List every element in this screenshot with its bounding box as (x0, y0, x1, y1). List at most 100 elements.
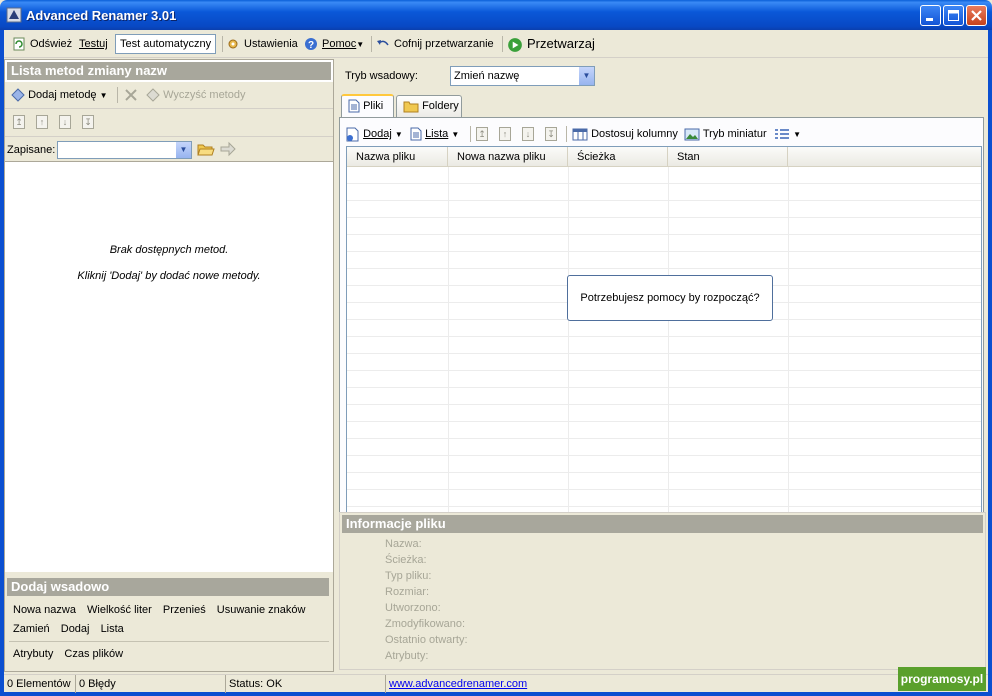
status-errors: 0 Błędy (76, 675, 226, 693)
table-row (347, 184, 981, 201)
tab-folders[interactable]: Foldery (396, 95, 462, 117)
info-modified-label: Zmodyfikowano: (385, 618, 466, 630)
batch-attributes-link[interactable]: Atrybuty (13, 648, 53, 660)
grid-column-line (788, 167, 789, 555)
file-move-top-button[interactable]: ↥ (476, 127, 488, 141)
move-bottom-icon: ↧ (547, 129, 555, 139)
help-prompt-button[interactable]: Potrzebujesz pomocy by rozpocząć? (567, 275, 773, 321)
chevron-down-icon: ▼ (99, 91, 108, 100)
auto-test-label: Test automatyczny (120, 38, 212, 50)
info-attributes-label: Atrybuty: (385, 650, 429, 662)
file-move-up-button[interactable]: ↑ (499, 127, 511, 141)
batch-file-times-link[interactable]: Czas plików (64, 648, 123, 660)
app-icon (6, 7, 22, 23)
delete-method-button[interactable] (123, 86, 139, 104)
move-up-icon: ↑ (502, 129, 508, 139)
chevron-down-icon: ▼ (451, 130, 460, 139)
file-move-bottom-button[interactable]: ↧ (545, 127, 557, 141)
files-grid[interactable]: Nazwa pliku Nowa nazwa pliku Ścieżka Sta… (346, 146, 982, 556)
document-icon (348, 99, 360, 113)
minimize-button[interactable] (920, 5, 941, 26)
file-list-button[interactable]: Lista ▼ (410, 125, 459, 143)
toolbar-separator (117, 87, 118, 103)
status-bar: 0 Elementów 0 Błędy Status: OK www.advan… (4, 674, 988, 693)
test-label: Testuj (79, 38, 108, 50)
eraser-icon (146, 88, 160, 102)
chevron-down-icon: ▼ (176, 142, 191, 158)
batch-move-link[interactable]: Przenieś (163, 604, 206, 616)
open-preset-button[interactable] (197, 141, 215, 160)
methods-panel-title: Lista metod zmiany nazw (7, 62, 331, 80)
files-toolbar: Dodaj ▼ Lista ▼ ↥ ↑ ↓ ↧ Dostosuj kolumny… (346, 121, 976, 145)
tab-files-label: Pliki (363, 100, 384, 112)
file-move-down-button[interactable]: ↓ (522, 127, 534, 141)
column-header-filename[interactable]: Nazwa pliku (347, 147, 448, 167)
batch-add-title: Dodaj wsadowo (7, 578, 329, 596)
saved-presets-dropdown[interactable]: ▼ (57, 141, 192, 159)
column-header-status[interactable]: Stan (668, 147, 788, 167)
tab-files[interactable]: Pliki (341, 94, 394, 118)
add-method-label: Dodaj metodę (28, 89, 97, 101)
tab-folders-label: Foldery (422, 100, 459, 112)
column-header-new-filename[interactable]: Nowa nazwa pliku (448, 147, 568, 167)
auto-test-button[interactable]: Test automatyczny (115, 34, 217, 54)
info-type-label: Typ pliku: (385, 570, 432, 582)
grid-column-line (448, 167, 449, 555)
refresh-label: Odśwież (30, 38, 73, 50)
add-method-button[interactable]: Dodaj metodę ▼ (11, 86, 108, 104)
delete-icon (125, 89, 137, 101)
info-created-label: Utworzono: (385, 602, 441, 614)
batch-mode-dropdown[interactable]: Zmień nazwę ▼ (450, 66, 595, 86)
saved-label: Zapisane: (7, 144, 56, 156)
title-bar: Advanced Renamer 3.01 (0, 0, 992, 30)
process-label: Przetwarzaj (527, 36, 595, 51)
clear-methods-button[interactable]: Wyczyść metody (146, 86, 245, 104)
toolbar-separator (502, 36, 503, 52)
close-button[interactable] (966, 5, 987, 26)
undo-button[interactable]: Cofnij przetwarzanie (376, 35, 494, 53)
move-top-icon: ↥ (15, 117, 23, 127)
batch-remove-chars-link[interactable]: Usuwanie znaków (217, 604, 306, 616)
batch-replace-link[interactable]: Zamień (13, 623, 50, 635)
customize-columns-button[interactable]: Dostosuj kolumny (572, 125, 678, 143)
files-tab-content: Dodaj ▼ Lista ▼ ↥ ↑ ↓ ↧ Dostosuj kolumny… (339, 117, 984, 559)
move-down-button[interactable]: ↓ (59, 115, 71, 129)
add-files-button[interactable]: Dodaj ▼ (346, 125, 403, 143)
move-up-button[interactable]: ↑ (36, 115, 48, 129)
save-preset-icon (220, 141, 236, 157)
batch-new-name-link[interactable]: Nowa nazwa (13, 604, 76, 616)
status-link-cell: www.advancedrenamer.com (386, 675, 666, 693)
help-label: Pomoc (322, 38, 357, 50)
settings-button[interactable]: Ustawienia (226, 35, 298, 53)
view-options-button[interactable]: ▼ (774, 125, 801, 143)
method-order-toolbar: ↥ ↑ ↓ ↧ (5, 108, 333, 136)
batch-divider (9, 641, 329, 642)
batch-add-link[interactable]: Dodaj (61, 623, 90, 635)
table-row (347, 337, 981, 354)
column-header-path[interactable]: Ścieżka (568, 147, 668, 167)
process-icon (508, 37, 522, 52)
move-bottom-button[interactable]: ↧ (82, 115, 94, 129)
folder-open-icon (197, 144, 215, 156)
move-top-button[interactable]: ↥ (13, 115, 25, 129)
columns-icon (572, 128, 588, 141)
settings-label: Ustawienia (244, 38, 298, 50)
batch-add-section: Dodaj wsadowo Nowa nazwa Wielkość liter … (5, 572, 333, 671)
website-link[interactable]: www.advancedrenamer.com (389, 678, 527, 690)
help-prompt-label: Potrzebujesz pomocy by rozpocząć? (580, 292, 760, 304)
help-chevron-icon: ▼ (356, 40, 365, 49)
grid-header: Nazwa pliku Nowa nazwa pliku Ścieżka Sta… (347, 147, 981, 167)
save-preset-button[interactable] (219, 141, 237, 160)
table-row (347, 252, 981, 269)
refresh-button[interactable]: Odśwież (12, 35, 72, 53)
batch-list-link[interactable]: Lista (101, 623, 124, 635)
chevron-down-icon: ▼ (579, 67, 594, 85)
batch-mode-value: Zmień nazwę (454, 70, 520, 82)
help-button[interactable]: ? Pomoc▼ (304, 35, 364, 53)
test-button[interactable]: Testuj (79, 35, 108, 53)
batch-case-link[interactable]: Wielkość liter (87, 604, 152, 616)
thumbnail-mode-button[interactable]: Tryb miniatur (684, 125, 767, 143)
window-title: Advanced Renamer 3.01 (26, 8, 177, 23)
process-button[interactable]: Przetwarzaj (507, 35, 595, 53)
maximize-button[interactable] (943, 5, 964, 26)
